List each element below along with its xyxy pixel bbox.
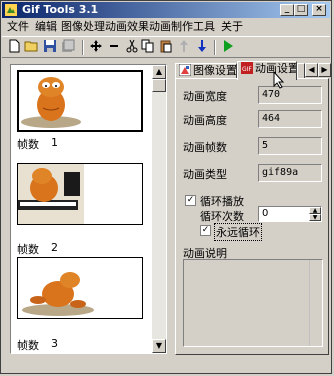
play-icon[interactable]: [220, 39, 236, 55]
new-icon[interactable]: [6, 39, 22, 55]
garfield-image: [19, 72, 141, 130]
loop-checkbox[interactable]: ✓: [185, 195, 196, 206]
scroll-thumb[interactable]: [152, 79, 166, 92]
frame-number: 1: [51, 136, 58, 149]
garfield-piano-image: [18, 164, 142, 224]
window-title: Gif Tools 3.1: [22, 3, 99, 16]
paste-icon[interactable]: [158, 39, 174, 55]
down-icon[interactable]: [194, 39, 210, 55]
app-icon: [5, 4, 17, 16]
description-textarea[interactable]: [183, 259, 323, 347]
height-field: 464: [258, 110, 322, 128]
frames-scrollbar[interactable]: ▲ ▼: [152, 65, 166, 353]
open-icon[interactable]: [24, 39, 40, 55]
frame-label: 帧数: [17, 339, 39, 352]
minimize-button[interactable]: _: [280, 4, 294, 16]
loop-count-label: 循环次数: [200, 210, 244, 223]
menu-tools[interactable]: 工具: [193, 19, 215, 35]
svg-text:GIF: GIF: [242, 66, 252, 73]
forever-checkbox[interactable]: ✓: [200, 225, 211, 236]
forever-label: 永远循环: [214, 223, 262, 241]
frames-list[interactable]: 帧数 1 帧数 2 帧数 3 ▲ ▼: [10, 64, 167, 354]
maximize-button[interactable]: □: [294, 4, 308, 16]
type-field: gif89a: [258, 164, 322, 182]
image-settings-icon: [179, 64, 191, 76]
menu-about[interactable]: 关于: [221, 19, 243, 35]
menu-create[interactable]: 动画制作: [149, 19, 193, 35]
stepper-up-button[interactable]: ▲: [309, 207, 321, 214]
frame-thumbnail[interactable]: [17, 163, 143, 225]
frame-label: 帧数: [17, 138, 39, 151]
frame-number: 2: [51, 241, 58, 254]
loop-label: 循环播放: [200, 195, 244, 208]
save-icon[interactable]: [42, 39, 58, 55]
toolbar-separator: [214, 40, 216, 55]
stepper-down-button[interactable]: ▼: [309, 214, 321, 221]
mouse-cursor-icon: [273, 71, 285, 89]
garfield-dancing-image: [18, 258, 142, 318]
frame-thumbnail[interactable]: [17, 257, 143, 319]
width-label: 动画宽度: [183, 90, 227, 103]
height-label: 动画高度: [183, 114, 227, 127]
title-bar[interactable]: Gif Tools 3.1 _ □ ×: [2, 2, 330, 18]
menu-image[interactable]: 图像处理: [61, 19, 105, 35]
loop-count-stepper[interactable]: 0 ▲ ▼: [258, 206, 322, 222]
tab-hidden[interactable]: [297, 63, 305, 79]
minus-icon[interactable]: [106, 39, 122, 55]
frame-label: 帧数: [17, 243, 39, 256]
toolbar: [2, 36, 330, 58]
menu-edit[interactable]: 编辑: [35, 19, 57, 35]
frames-count-label: 动画帧数: [183, 141, 227, 154]
tab-image-settings-label: 图像设置: [193, 64, 237, 77]
frame-number: 3: [51, 337, 58, 350]
close-button[interactable]: ×: [312, 4, 326, 16]
tab-animation-settings[interactable]: GIF 动画设置: [237, 61, 297, 80]
loop-count-value: 0: [262, 208, 269, 219]
menu-bar: 文件 编辑 图像处理 动画效果 动画制作 工具 关于: [2, 19, 330, 35]
tab-scroll-left-button[interactable]: ◀: [305, 63, 318, 77]
tab-scroll-right-button[interactable]: ▶: [318, 63, 331, 77]
description-scrollbar[interactable]: [309, 260, 322, 346]
menu-file[interactable]: 文件: [7, 19, 29, 35]
move-icon[interactable]: [88, 39, 104, 55]
copy-icon[interactable]: [140, 39, 156, 55]
tab-image-settings[interactable]: 图像设置: [175, 63, 237, 79]
frame-thumbnail[interactable]: [17, 70, 143, 132]
gif-icon: GIF: [241, 62, 253, 74]
animation-settings-panel: 动画宽度 470 动画高度 464 动画帧数 5 动画类型 gif89a ✓ 循…: [175, 78, 329, 355]
tab-strip: 图像设置 GIF 动画设置 ◀ ▶: [175, 61, 331, 80]
main-window: Gif Tools 3.1 _ □ × 文件 编辑 图像处理 动画效果 动画制作…: [0, 0, 332, 374]
save-all-icon[interactable]: [60, 39, 76, 55]
menu-effects[interactable]: 动画效果: [105, 19, 149, 35]
type-label: 动画类型: [183, 168, 227, 181]
frames-count-field: 5: [258, 137, 322, 155]
scroll-up-button[interactable]: ▲: [152, 65, 166, 79]
scroll-down-button[interactable]: ▼: [152, 339, 166, 353]
cut-icon[interactable]: [124, 39, 140, 55]
width-field: 470: [258, 86, 322, 104]
toolbar-separator: [82, 40, 84, 55]
up-icon[interactable]: [176, 39, 192, 55]
